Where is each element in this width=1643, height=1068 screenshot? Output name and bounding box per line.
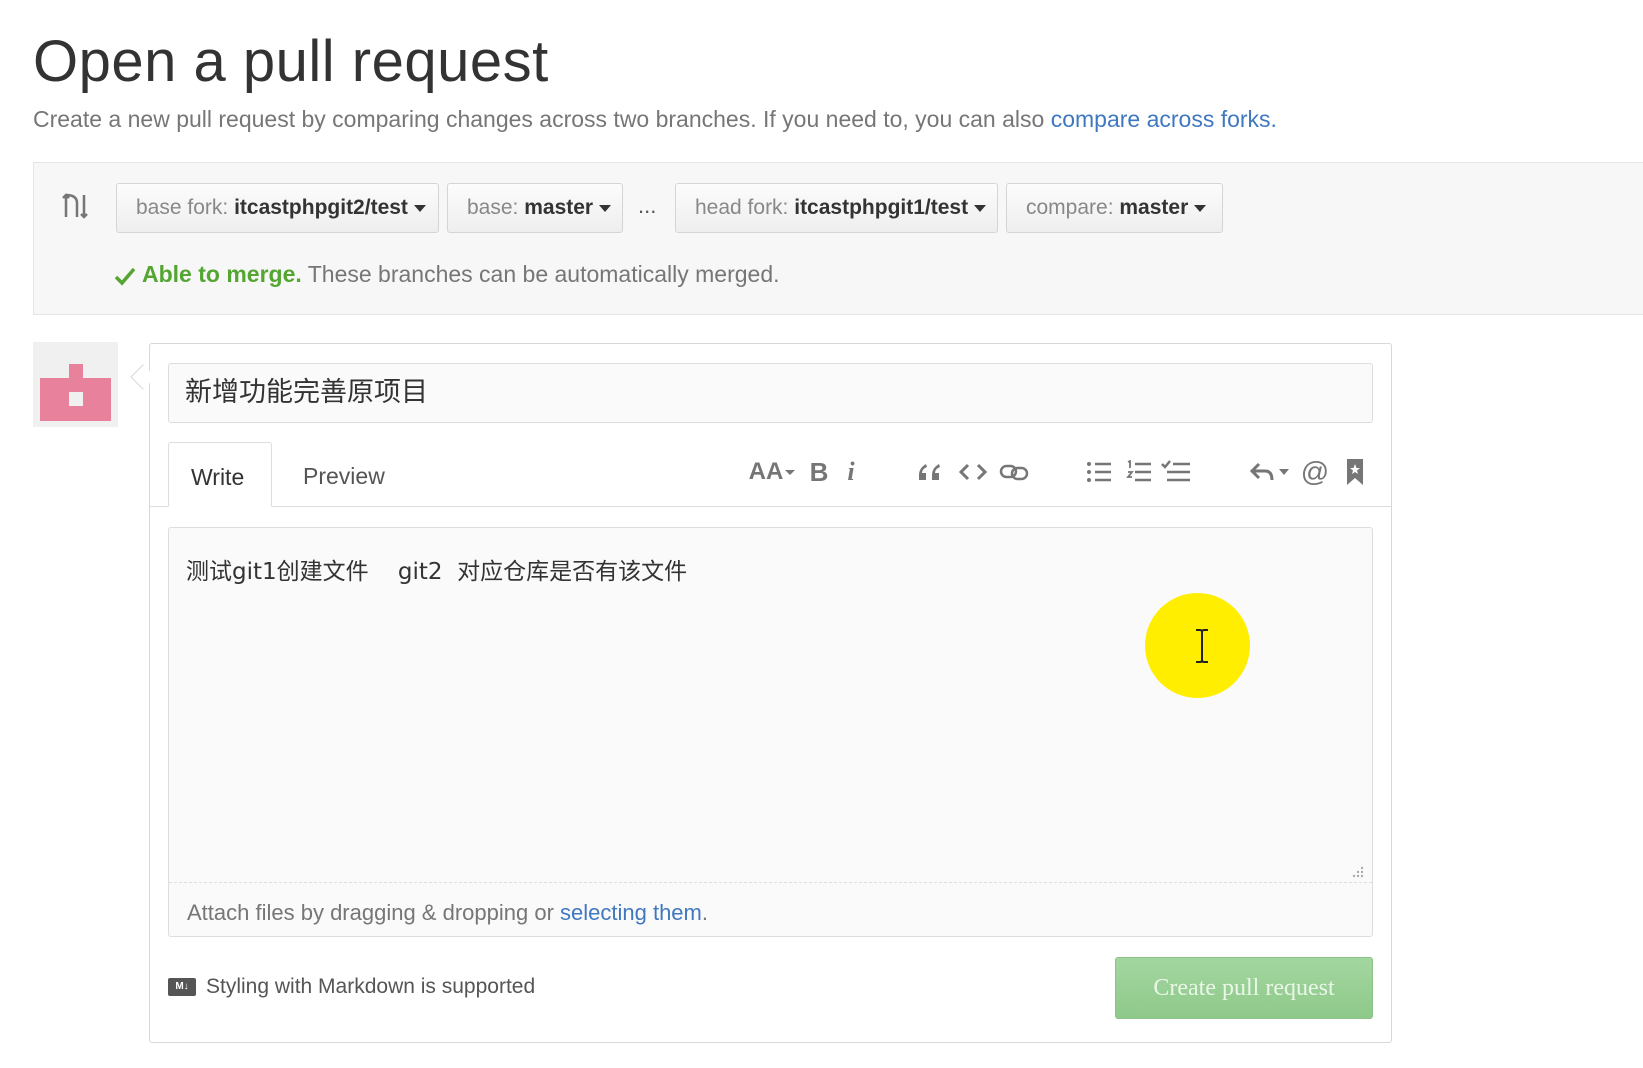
markdown-note-text: Styling with Markdown is supported bbox=[206, 975, 536, 998]
header-text-glyph: AA bbox=[748, 458, 784, 485]
attach-text: Attach files by dragging & dropping or bbox=[187, 900, 561, 925]
link-glyph bbox=[999, 464, 1029, 481]
text-cursor-icon bbox=[1196, 629, 1208, 663]
chevron-down-icon bbox=[974, 204, 987, 212]
markdown-support-note[interactable]: M↓ Styling with Markdown is supported bbox=[168, 975, 535, 999]
identicon-image bbox=[40, 364, 111, 421]
ordered-list-glyph bbox=[1126, 460, 1151, 482]
unordered-list-glyph bbox=[1087, 462, 1111, 482]
base-fork-label: base fork: bbox=[136, 196, 235, 219]
merge-status-message: These branches can be automatically merg… bbox=[301, 261, 780, 287]
markdown-icon: M↓ bbox=[168, 978, 196, 996]
subtitle-text: Create a new pull request by comparing c… bbox=[33, 106, 1051, 132]
header-text-icon[interactable]: AA bbox=[746, 452, 798, 492]
tab-preview[interactable]: Preview bbox=[281, 442, 407, 507]
attach-files-hint: Attach files by dragging & dropping or s… bbox=[187, 900, 708, 926]
attach-suffix: . bbox=[701, 900, 708, 925]
task-list-glyph bbox=[1161, 460, 1190, 482]
head-fork-label: head fork: bbox=[695, 196, 795, 219]
avatar[interactable] bbox=[33, 342, 118, 427]
unordered-list-icon[interactable] bbox=[1085, 452, 1113, 492]
base-branch-value: master bbox=[524, 196, 594, 219]
base-fork-select[interactable]: base fork: itcastphpgit2/test bbox=[116, 183, 439, 233]
task-list-icon[interactable] bbox=[1160, 452, 1192, 492]
quote-icon[interactable] bbox=[915, 452, 943, 492]
ordered-list-icon[interactable] bbox=[1125, 452, 1153, 492]
chevron-down-icon bbox=[1194, 204, 1207, 212]
code-glyph bbox=[959, 463, 987, 481]
select-files-link[interactable]: selecting them bbox=[560, 900, 702, 925]
drag-drop-divider bbox=[169, 882, 1372, 883]
reply-glyph bbox=[1249, 462, 1289, 481]
head-fork-value: itcastphpgit1/test bbox=[794, 196, 969, 219]
quote-glyph bbox=[919, 464, 940, 480]
comment-body-text: 测试git1创建文件 git2 对应仓库是否有该文件 bbox=[186, 559, 688, 585]
range-separator: ... bbox=[638, 193, 657, 218]
merge-status-label: Able to merge. bbox=[142, 261, 302, 287]
pr-title-input[interactable]: 新增功能完善原项目 bbox=[168, 363, 1373, 423]
tab-write[interactable]: Write bbox=[168, 442, 272, 507]
base-fork-value: itcastphpgit2/test bbox=[234, 196, 408, 219]
compare-across-forks-link[interactable]: compare across forks. bbox=[1051, 106, 1277, 132]
code-icon[interactable] bbox=[958, 452, 988, 492]
page: Open a pull request Create a new pull re… bbox=[0, 0, 1643, 1068]
merge-status: Able to merge. These branches can be aut… bbox=[114, 261, 780, 288]
compare-branch-value: master bbox=[1119, 196, 1189, 219]
page-title: Open a pull request bbox=[33, 29, 549, 94]
resize-grip-icon[interactable] bbox=[1350, 864, 1364, 878]
compare-branch-select[interactable]: compare: master bbox=[1006, 183, 1223, 233]
bookmark-glyph bbox=[1347, 459, 1363, 485]
chevron-down-icon bbox=[599, 204, 612, 212]
page-subtitle: Create a new pull request by comparing c… bbox=[33, 106, 1277, 133]
mention-icon[interactable]: @ bbox=[1300, 452, 1330, 492]
compare-branch-label: compare: bbox=[1026, 196, 1120, 219]
link-icon[interactable] bbox=[998, 452, 1030, 492]
create-pull-request-button[interactable]: Create pull request bbox=[1115, 957, 1373, 1019]
check-icon bbox=[114, 267, 136, 286]
compare-range-bar: base fork: itcastphpgit2/test base: mast… bbox=[33, 162, 1643, 315]
head-fork-select[interactable]: head fork: itcastphpgit1/test bbox=[675, 183, 998, 233]
comment-body-textarea[interactable]: 测试git1创建文件 git2 对应仓库是否有该文件 Attach files … bbox=[168, 527, 1373, 937]
base-branch-label: base: bbox=[467, 196, 525, 219]
compare-icon bbox=[62, 193, 88, 219]
bookmark-icon[interactable] bbox=[1343, 452, 1367, 492]
chevron-down-icon bbox=[413, 204, 426, 212]
reply-icon[interactable] bbox=[1248, 452, 1292, 492]
base-branch-select[interactable]: base: master bbox=[447, 183, 623, 233]
chevron-down-icon bbox=[785, 469, 796, 475]
italic-icon[interactable]: i bbox=[842, 452, 860, 492]
bold-icon[interactable]: B bbox=[808, 452, 830, 492]
